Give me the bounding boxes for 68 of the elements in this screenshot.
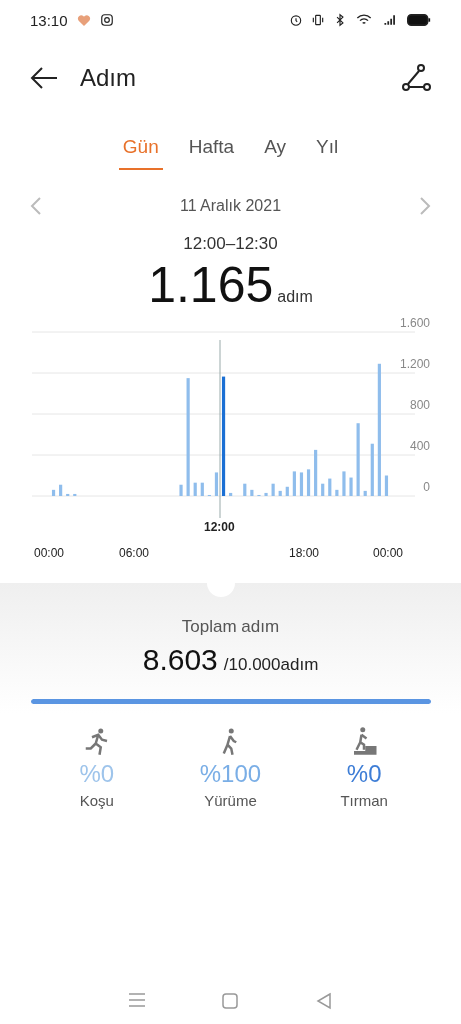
total-label: Toplam adım — [181, 617, 280, 637]
cursor-label: 12:00 — [204, 520, 235, 534]
bar — [271, 483, 275, 496]
route-icon[interactable] — [401, 63, 431, 93]
axis-label: 800 — [409, 398, 430, 412]
bar — [264, 492, 268, 496]
alarm-icon — [289, 13, 303, 27]
bar — [342, 471, 346, 496]
bar — [306, 469, 311, 496]
bar — [250, 489, 254, 496]
activity-percent: %100 — [199, 760, 262, 788]
bar — [314, 449, 318, 496]
activity-label: Koşu — [79, 792, 114, 809]
axis-label: 1.600 — [399, 316, 430, 330]
activity-label: Yürüme — [204, 792, 257, 809]
bar — [59, 484, 63, 496]
period-tab[interactable]: Ay — [260, 128, 290, 170]
bar — [179, 484, 183, 496]
back-icon[interactable] — [315, 992, 334, 1010]
bar — [51, 489, 56, 496]
period-tab[interactable]: Hafta — [184, 128, 239, 170]
home-icon[interactable] — [221, 992, 240, 1010]
activity-label: Tırman — [340, 792, 388, 809]
page-title: Adım — [80, 64, 136, 92]
status-time: 13:10 — [30, 11, 68, 29]
bar — [321, 483, 325, 496]
step-unit: adım — [277, 288, 313, 306]
bar — [229, 492, 233, 496]
back-arrow-icon[interactable] — [30, 66, 58, 90]
axis-label: 1.200 — [399, 357, 430, 371]
bar — [278, 490, 282, 496]
heart-icon — [75, 12, 92, 28]
period-tab[interactable]: Yıl — [312, 128, 343, 170]
activity-percent: %0 — [79, 760, 115, 788]
bar — [363, 490, 367, 496]
axis-label: 00:00 — [373, 546, 404, 560]
axis-label: 400 — [409, 439, 430, 453]
vibrate-icon — [311, 13, 325, 27]
bar — [349, 477, 353, 496]
axis-label: 06:00 — [119, 546, 150, 560]
chevron-left-icon[interactable] — [30, 196, 42, 216]
bar — [200, 482, 204, 496]
date-label: 11 Aralık 2021 — [179, 197, 282, 215]
camera-icon — [99, 13, 114, 27]
bar — [292, 471, 296, 496]
bar — [214, 472, 219, 496]
bar — [66, 493, 70, 496]
step-count: 1.165 — [148, 256, 274, 314]
activity-percent: %0 — [346, 760, 382, 788]
cursor-line[interactable] — [219, 340, 221, 518]
bar — [335, 489, 339, 496]
time-range: 12:00–12:30 — [182, 234, 279, 254]
bar — [73, 493, 77, 496]
bar — [243, 483, 247, 496]
axis-label: 18:00 — [289, 546, 320, 560]
battery-icon — [407, 13, 431, 27]
bar — [193, 482, 197, 496]
axis-label: 0 — [423, 480, 430, 494]
bar — [384, 475, 389, 496]
bar — [299, 472, 304, 496]
bar — [328, 478, 332, 496]
bar — [370, 443, 374, 496]
step-goal: /10.000adım — [223, 655, 319, 675]
axis-label: 00:00 — [34, 546, 65, 560]
bar — [285, 486, 289, 496]
chevron-right-icon[interactable] — [419, 196, 431, 216]
total-steps: 8.603 — [142, 643, 218, 677]
menu-icon[interactable] — [127, 992, 146, 1008]
